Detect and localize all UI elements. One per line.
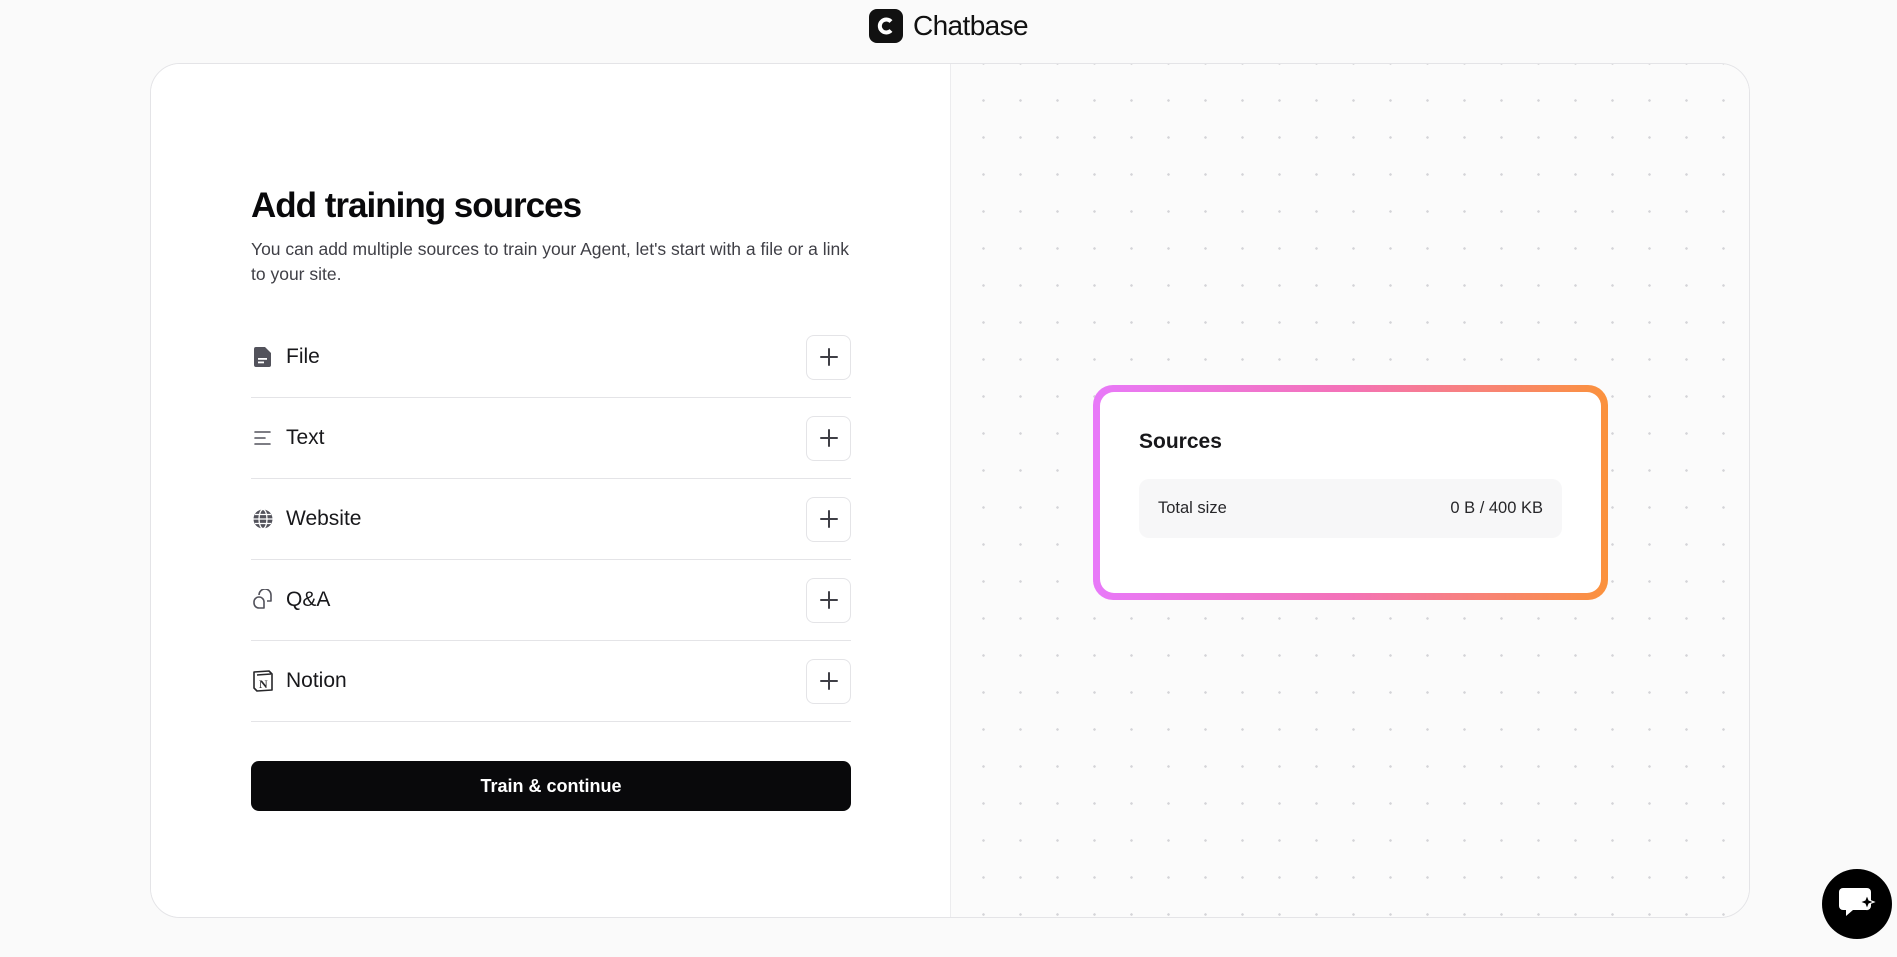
- globe-icon: [251, 507, 275, 531]
- page-subtitle: You can add multiple sources to train yo…: [251, 239, 850, 284]
- source-label-notion: Notion: [286, 669, 347, 692]
- train-continue-button[interactable]: Train & continue: [251, 761, 851, 811]
- sources-summary-card-border: Sources Total size 0 B / 400 KB: [1093, 385, 1608, 600]
- page-title: Add training sources: [251, 186, 582, 225]
- training-sources-pane: Add training sources You can add multipl…: [151, 64, 950, 917]
- plus-icon: [819, 348, 838, 366]
- plus-icon: [819, 510, 838, 528]
- total-size-label: Total size: [1158, 499, 1227, 517]
- source-row-notion: N Notion: [251, 641, 851, 722]
- preview-pane: Sources Total size 0 B / 400 KB: [950, 64, 1749, 917]
- chat-widget-button[interactable]: [1822, 869, 1892, 939]
- add-notion-button[interactable]: [806, 658, 851, 704]
- plus-icon: [819, 429, 838, 447]
- plus-icon: [819, 591, 838, 609]
- chat-widget-icon: [1837, 884, 1877, 925]
- source-label-text: Text: [286, 426, 325, 449]
- add-website-button[interactable]: [806, 496, 851, 542]
- source-label-website: Website: [286, 507, 362, 530]
- sources-summary-card: Sources Total size 0 B / 400 KB: [1100, 392, 1601, 593]
- add-file-button[interactable]: [806, 334, 851, 380]
- plus-icon: [819, 672, 838, 690]
- chatbase-logo-icon[interactable]: [868, 9, 903, 43]
- top-bar: Chatbase: [0, 0, 1897, 52]
- source-label-qa: Q&A: [286, 588, 331, 611]
- onboarding-card: Add training sources You can add multipl…: [150, 63, 1750, 918]
- notion-icon: N: [251, 669, 275, 693]
- text-lines-icon: [251, 426, 275, 450]
- source-row-website: Website: [251, 479, 851, 560]
- total-size-box: Total size 0 B / 400 KB: [1139, 479, 1562, 538]
- sources-summary-title: Sources: [1139, 430, 1222, 453]
- add-text-button[interactable]: [806, 415, 851, 461]
- total-size-value: 0 B / 400 KB: [1450, 499, 1543, 517]
- file-icon: [251, 345, 275, 369]
- source-row-text: Text: [251, 398, 851, 479]
- qa-bubbles-icon: [251, 588, 275, 612]
- add-qa-button[interactable]: [806, 577, 851, 623]
- source-row-file: File: [251, 317, 851, 398]
- source-label-file: File: [286, 345, 320, 368]
- brand-name[interactable]: Chatbase: [913, 10, 1029, 42]
- sources-list: File Text Website Q&A N Notion: [251, 317, 851, 722]
- training-sources-content: Add training sources You can add multipl…: [251, 184, 851, 811]
- source-row-qa: Q&A: [251, 560, 851, 641]
- svg-text:N: N: [259, 677, 268, 691]
